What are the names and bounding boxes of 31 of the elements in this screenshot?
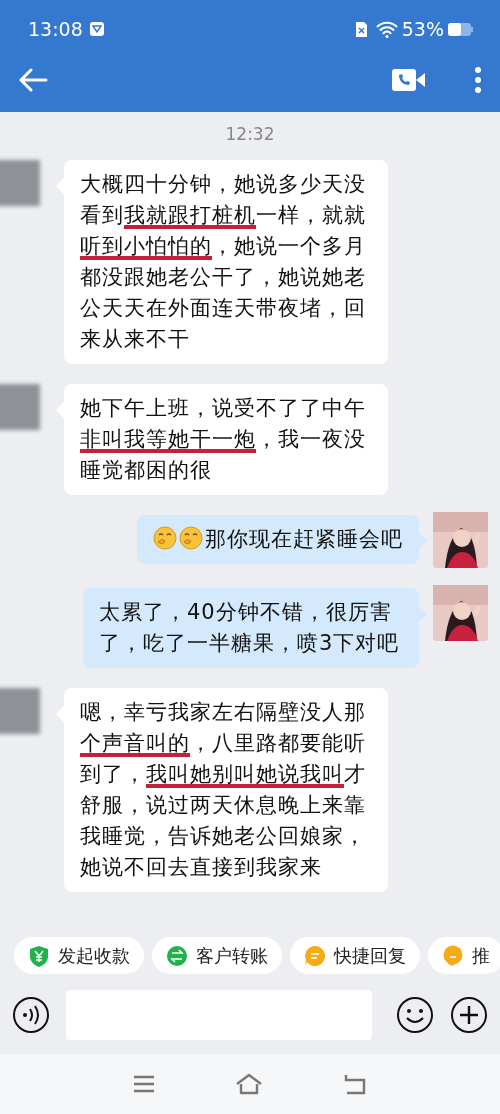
quick-action-chip[interactable]: 发起收款 bbox=[14, 937, 144, 974]
sim-icon bbox=[354, 20, 368, 38]
bubble-tail-icon bbox=[419, 532, 427, 549]
avatar bbox=[0, 159, 40, 206]
emoji-icon[interactable] bbox=[396, 996, 434, 1034]
grinning-face-icon bbox=[179, 525, 205, 550]
add-icon[interactable] bbox=[450, 996, 488, 1034]
timestamp-text: 12:32 bbox=[224, 123, 276, 146]
grinning-face-icon bbox=[153, 525, 179, 550]
video-call-icon[interactable] bbox=[392, 69, 426, 91]
quick-action-chip[interactable]: 快捷回复 bbox=[290, 937, 420, 974]
arrows-icon bbox=[166, 944, 188, 967]
more-icon[interactable] bbox=[474, 67, 482, 93]
menu-icon[interactable] bbox=[133, 1075, 155, 1093]
battery-text: 53% bbox=[401, 16, 444, 42]
shield-icon bbox=[28, 944, 50, 967]
notification-icon bbox=[88, 21, 105, 37]
wifi-icon bbox=[375, 20, 398, 38]
clock-text: 13:08 bbox=[28, 16, 83, 42]
back-icon[interactable] bbox=[343, 1073, 367, 1095]
avatar bbox=[0, 383, 40, 430]
back-icon[interactable] bbox=[18, 67, 48, 93]
quick-action-chip[interactable]: 推 bbox=[428, 937, 500, 974]
avatar bbox=[0, 687, 40, 734]
bubble-tail-icon bbox=[419, 605, 427, 622]
chat-bubble-icon bbox=[304, 944, 326, 967]
quick-action-chip[interactable]: 客户转账 bbox=[152, 937, 282, 974]
battery-icon bbox=[448, 21, 474, 37]
chat-bubble-icon bbox=[442, 944, 464, 967]
voice-icon[interactable] bbox=[12, 996, 50, 1034]
home-icon[interactable] bbox=[235, 1073, 263, 1095]
